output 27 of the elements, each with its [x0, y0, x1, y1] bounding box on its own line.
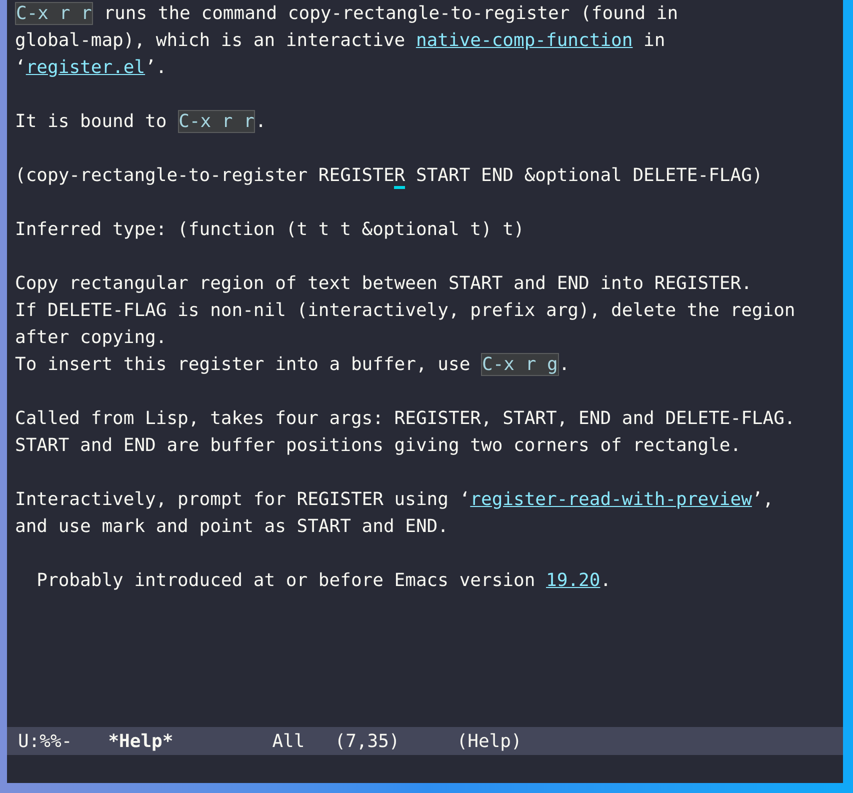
- buffer-name: *Help*: [108, 730, 174, 754]
- key-binding[interactable]: C-x r r: [15, 2, 93, 25]
- help-text-line: (copy-rectangle-to-register REGISTER START END &optional DELETE-FLAG): [15, 162, 843, 189]
- help-text-line: If DELETE-FLAG is non-nil (interactively, prefix arg), delete the region: [15, 299, 796, 323]
- help-link[interactable]: register.el: [26, 57, 146, 78]
- help-link[interactable]: register-read-with-preview: [470, 489, 752, 510]
- help-text-line: Probably introduced at or before Emacs version 19.20.: [36, 569, 612, 593]
- help-text-line: START and END are buffer positions giving two corners of rectangle.: [15, 434, 742, 458]
- help-link[interactable]: native-comp-function: [416, 30, 633, 51]
- major-mode: (Help): [456, 730, 522, 754]
- help-text-line: ‘register.el’.: [15, 56, 168, 80]
- buffer-position: All: [272, 730, 305, 754]
- help-text-line: after copying.: [15, 326, 168, 350]
- line-column: (7,35): [334, 728, 400, 754]
- key-binding[interactable]: C-x r r: [178, 110, 256, 133]
- help-text-line: and use mark and point as START and END.: [15, 515, 450, 539]
- key-binding[interactable]: C-x r g: [481, 353, 559, 376]
- help-text-line: It is bound to C-x r r.: [15, 109, 268, 135]
- help-text-line: Interactively, prompt for REGISTER using ‘register-read-with-preview’,: [15, 488, 775, 512]
- help-text-line: Inferred type: (function (t t t &optional t) t): [15, 218, 526, 242]
- buffer-status: U:%%-: [18, 730, 72, 754]
- help-text-line: Called from Lisp, takes four args: REGISTER, START, END and DELETE-FLAG.: [15, 407, 796, 431]
- help-text-line: C-x r r runs the command copy-rectangle-to-register (found in: [15, 1, 680, 27]
- help-text-line: To insert this register into a buffer, use C-x r g.: [15, 352, 571, 378]
- help-text-line: global-map), which is an interactive native-comp-function in: [15, 29, 666, 53]
- help-text-line: Copy rectangular region of text between START and END into REGISTER.: [15, 272, 753, 296]
- help-link[interactable]: 19.20: [546, 570, 600, 591]
